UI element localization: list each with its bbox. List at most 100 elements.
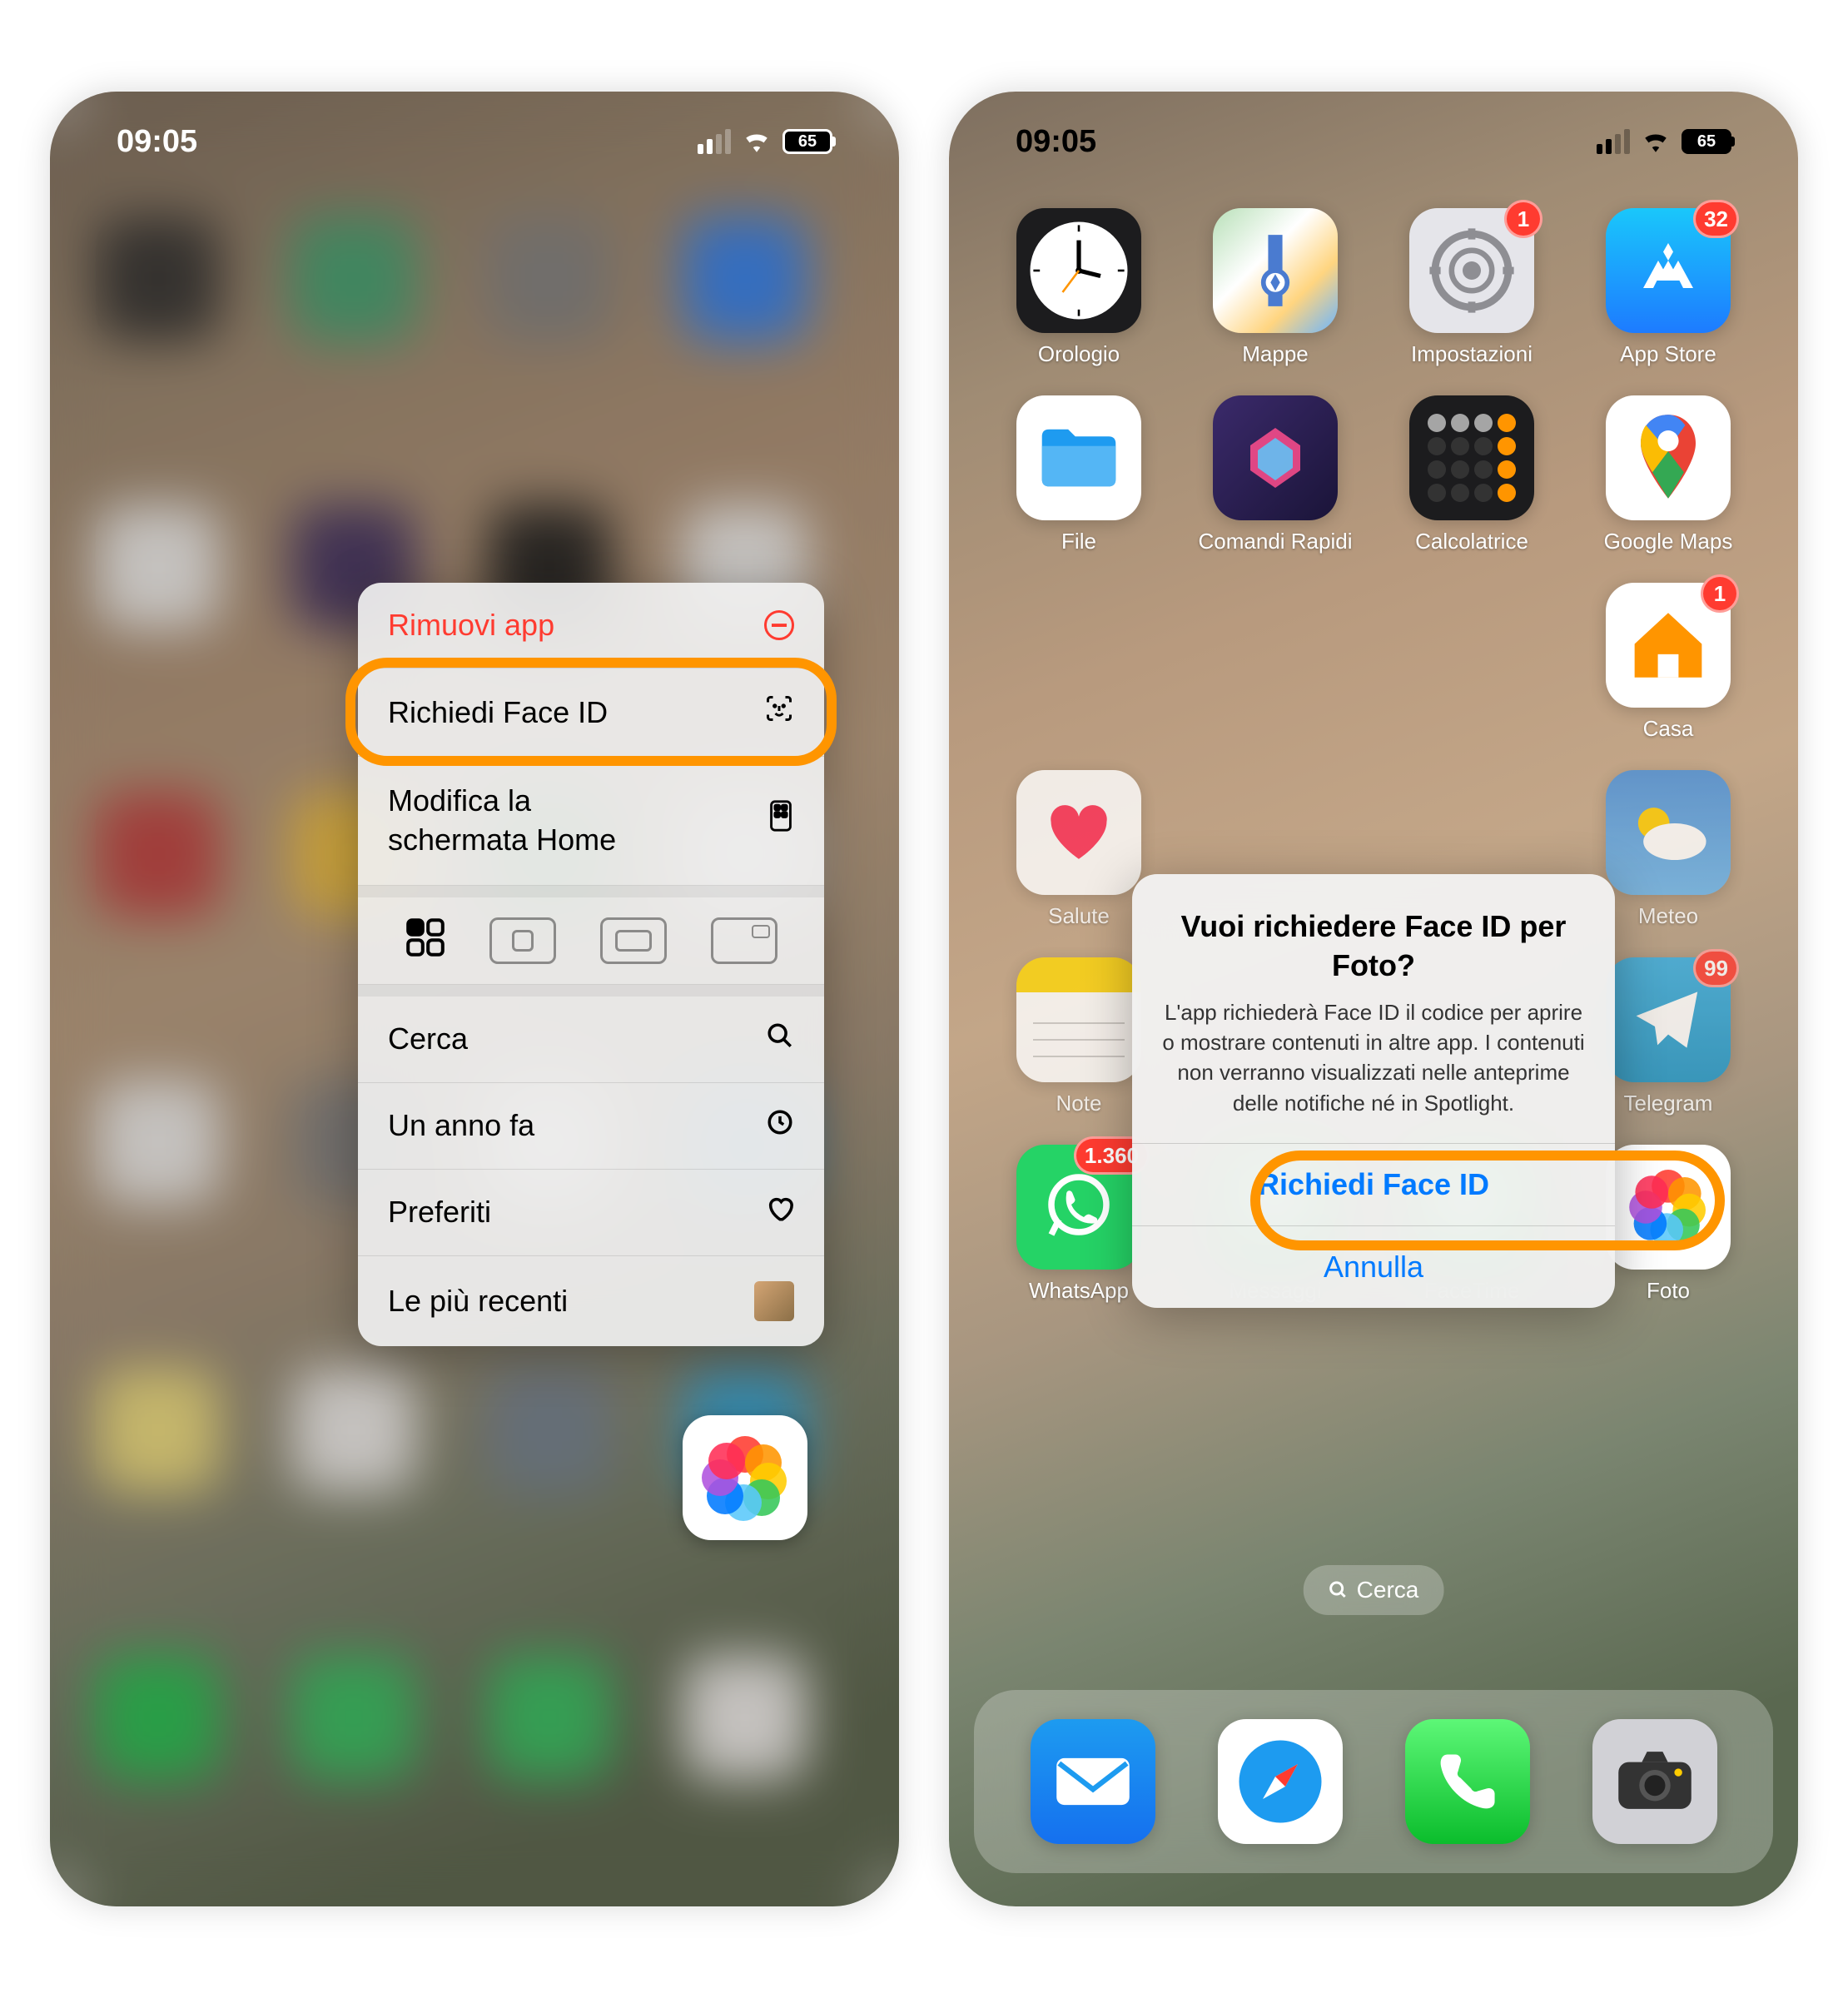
safari-icon [1230,1732,1330,1832]
widget-size-3-icon[interactable] [600,917,667,964]
app-label: Telegram [1624,1091,1713,1116]
status-time: 09:05 [117,124,197,160]
menu-separator [358,985,824,997]
photos-app-icon[interactable] [683,1415,807,1540]
clock-icon [766,1108,794,1144]
menu-label: Cerca [388,1021,468,1056]
menu-item-favorites[interactable]: Preferiti [358,1170,824,1256]
heart-icon [1046,803,1112,862]
app-google-maps[interactable]: Google Maps [1580,395,1756,554]
menu-label: Preferiti [388,1195,491,1230]
app-impostazioni[interactable]: 1Impostazioni [1384,208,1560,367]
status-bar: 09:05 65 [50,92,899,191]
shortcuts-icon [1238,420,1313,495]
dock-mail[interactable] [1031,1719,1155,1844]
app-label: Calcolatrice [1415,529,1528,554]
dock-camera[interactable] [1592,1719,1717,1844]
menu-separator [358,886,824,897]
widget-size-2-icon[interactable] [489,917,556,964]
menu-item-search[interactable]: Cerca [358,997,824,1083]
menu-item-remove-app[interactable]: Rimuovi app − [358,583,824,668]
widget-size-small-icon[interactable] [405,917,445,964]
weather-icon [1622,799,1714,866]
app-comandi-rapidi[interactable]: Comandi Rapidi [1187,395,1364,554]
menu-label: Le più recenti [388,1284,568,1319]
phone-left-screenshot: 09:05 65 Rimuovi app − Richiedi Face ID … [50,92,899,1906]
battery-icon: 65 [782,129,832,154]
app-appstore[interactable]: 32App Store [1580,208,1756,367]
status-bar: 09:05 65 [949,92,1798,191]
wifi-icon [1642,131,1670,152]
badge: 99 [1693,949,1739,987]
remove-icon: − [764,610,794,640]
badge: 32 [1693,200,1739,238]
search-label: Cerca [1357,1577,1419,1603]
menu-label: Rimuovi app [388,608,554,643]
google-maps-icon [1635,412,1701,504]
menu-label: Richiedi Face ID [388,695,608,730]
alert-message: L'app richiederà Face ID il codice per a… [1162,997,1585,1119]
app-label: Mappe [1242,341,1309,367]
cellular-icon [1597,129,1630,154]
app-label: Casa [1643,716,1694,742]
app-orologio[interactable]: Orologio [991,208,1167,367]
camera-icon [1613,1748,1696,1815]
telegram-icon [1631,987,1706,1053]
app-label: Foto [1647,1278,1690,1304]
notes-icon [1016,957,1141,1082]
spotlight-search-pill[interactable]: Cerca [1304,1565,1444,1615]
clock-icon [1025,216,1133,325]
apps-icon [768,799,794,842]
alert-confirm-button[interactable]: Richiedi Face ID [1132,1143,1615,1225]
menu-item-edit-home[interactable]: Modifica la schermata Home [358,757,824,886]
faceid-icon [764,693,794,731]
cellular-icon [698,129,731,154]
app-mappe[interactable]: Mappe [1187,208,1364,367]
alert-cancel-button[interactable]: Annulla [1132,1225,1615,1308]
context-menu: Rimuovi app − Richiedi Face ID Modifica … [358,583,824,1346]
widget-size-4-icon[interactable] [711,917,777,964]
dock-phone[interactable] [1405,1719,1530,1844]
menu-item-recent[interactable]: Le più recenti [358,1256,824,1346]
wifi-icon [743,131,771,152]
photos-flower-icon [703,1436,787,1519]
home-icon [1627,608,1710,683]
menu-item-year-ago[interactable]: Un anno fa [358,1083,824,1170]
photos-flower-icon [1631,1170,1706,1245]
battery-icon: 65 [1682,129,1731,154]
app-file[interactable]: File [991,395,1167,554]
gear-icon [1426,225,1518,316]
menu-label: Un anno fa [388,1108,534,1143]
app-calcolatrice[interactable]: Calcolatrice [1384,395,1560,554]
app-label: Salute [1048,903,1110,929]
app-label: App Store [1620,341,1716,367]
faceid-alert: Vuoi richiedere Face ID per Foto? L'app … [1132,874,1615,1308]
heart-icon [766,1195,794,1230]
app-label: Impostazioni [1411,341,1533,367]
alert-title: Vuoi richiedere Face ID per Foto? [1162,907,1585,986]
status-time: 09:05 [1016,124,1096,160]
phone-right-screenshot: 09:05 65 Orologio Mappe 1Impostazioni 32… [949,92,1798,1906]
app-label: Comandi Rapidi [1199,529,1353,554]
menu-item-require-faceid[interactable]: Richiedi Face ID [358,668,824,757]
calculator-icon [1421,407,1523,509]
menu-label: Modifica la schermata Home [388,782,616,860]
app-label: WhatsApp [1029,1278,1129,1304]
dock [974,1690,1773,1873]
app-label: File [1061,529,1096,554]
dock-safari[interactable] [1218,1719,1343,1844]
app-casa[interactable]: 1Casa [1580,583,1756,742]
badge: 1 [1504,200,1542,238]
search-icon [1329,1580,1349,1600]
search-icon [766,1021,794,1057]
mail-icon [1051,1752,1135,1811]
phone-icon [1432,1747,1503,1817]
widget-size-row [358,897,824,985]
app-label: Google Maps [1604,529,1733,554]
badge: 1 [1701,574,1739,613]
whatsapp-icon [1041,1170,1116,1245]
appstore-icon [1631,233,1706,308]
app-label: Orologio [1038,341,1120,367]
app-label: Note [1056,1091,1102,1116]
app-label: Meteo [1638,903,1698,929]
